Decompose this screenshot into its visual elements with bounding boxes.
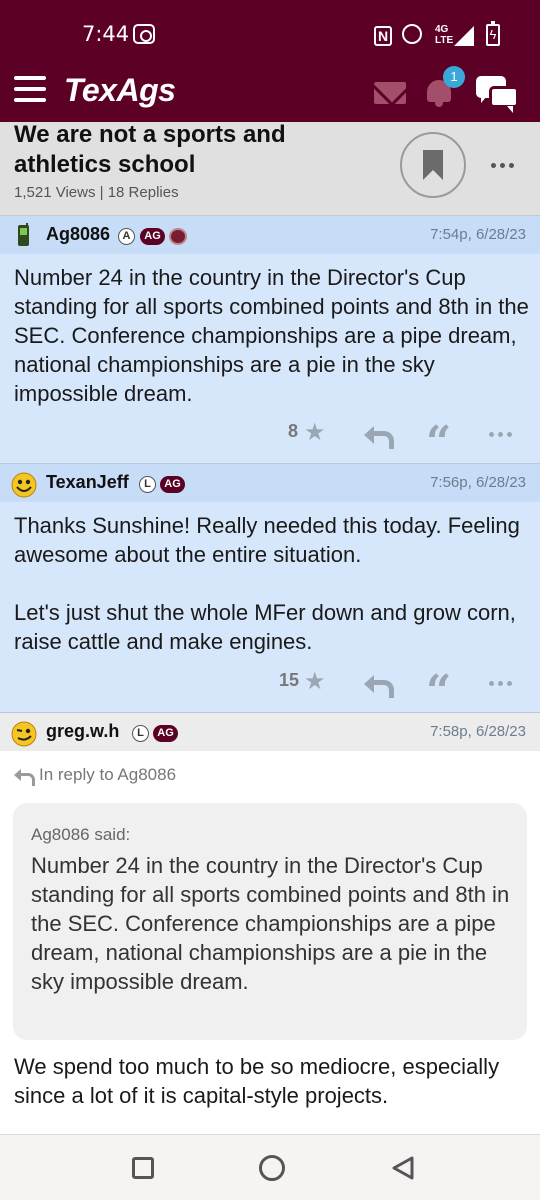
user-badge: A — [118, 228, 135, 245]
home-button[interactable] — [259, 1155, 285, 1181]
in-reply-to-link[interactable]: In reply to Ag8086 — [39, 765, 176, 785]
status-time: 7:44 — [82, 22, 130, 46]
reply-arrow-icon — [14, 769, 35, 786]
thread-meta-separator: | — [99, 184, 104, 201]
quote-icon[interactable]: “ — [426, 672, 450, 694]
status-bar: 7:44 N 4G LTE — [0, 0, 540, 62]
post-more-options-icon[interactable] — [487, 429, 517, 439]
post-more-options-icon[interactable] — [487, 678, 517, 688]
quote-text: Number 24 in the country in the Director… — [31, 853, 510, 994]
thread-header: We are not a sports and athletics school… — [0, 121, 540, 216]
ag-badge: AG — [140, 228, 165, 245]
android-nav-bar — [0, 1134, 540, 1200]
network-type-icon: 4G LTE — [435, 24, 454, 46]
app-top-bar: 7:44 N 4GLTE TexAgs — [0, 0, 540, 122]
site-logo[interactable]: TexAgs — [64, 72, 176, 109]
recent-apps-button[interactable] — [132, 1157, 154, 1179]
post-header: TexanJeff L AG 7:56p, 6/28/23 — [0, 464, 540, 502]
battery-charging-icon — [486, 21, 500, 46]
post: Ag8086 A AG 7:54p, 6/28/23 Number 24 in … — [0, 216, 540, 464]
thread-more-options-icon[interactable] — [489, 160, 519, 170]
thread-title: We are not a sports and athletics school — [14, 121, 286, 178]
avatar[interactable] — [10, 222, 38, 250]
reply-icon[interactable] — [364, 673, 394, 698]
chat-icon[interactable] — [474, 74, 522, 113]
post-header: greg.w.h L AG 7:58p, 6/28/23 — [0, 713, 540, 751]
post-username[interactable]: Ag8086 — [46, 224, 110, 245]
thread-views: 1,521 Views — [14, 184, 96, 201]
post-body: We spend too much to be so mediocre, esp… — [14, 1054, 500, 1108]
post: TexanJeff L AG 7:56p, 6/28/23 Thanks Sun… — [0, 464, 540, 713]
thread-meta: 1,521 Views | 18 Replies — [14, 184, 179, 201]
post-timestamp: 7:58p, 6/28/23 — [430, 723, 526, 740]
team-logo-icon — [169, 228, 187, 245]
signal-icon — [454, 26, 474, 46]
post-username[interactable]: TexanJeff — [46, 472, 129, 493]
quoted-post[interactable]: Ag8086 said: Number 24 in the country in… — [13, 803, 527, 1040]
avatar[interactable] — [10, 470, 38, 498]
post-timestamp: 7:56p, 6/28/23 — [430, 474, 526, 491]
mail-icon[interactable] — [374, 82, 406, 104]
user-badge: L — [139, 476, 156, 493]
post-timestamp: 7:54p, 6/28/23 — [430, 226, 526, 243]
back-triangle-icon — [392, 1156, 414, 1180]
star-icon[interactable]: ★ — [304, 670, 328, 694]
bookmark-button[interactable] — [400, 132, 466, 198]
ag-badge: AG — [160, 476, 185, 493]
ag-badge: AG — [153, 725, 178, 742]
user-badge: L — [132, 725, 149, 742]
reply-icon[interactable] — [364, 424, 394, 449]
nfc-icon: N — [374, 26, 392, 46]
post-actions: 15 ★ “ — [0, 669, 540, 699]
like-count: 8 — [288, 421, 299, 441]
post: greg.w.h L AG 7:58p, 6/28/23 In reply to… — [0, 713, 540, 1134]
quote-icon[interactable]: “ — [426, 423, 450, 445]
menu-icon[interactable] — [14, 76, 46, 102]
star-icon[interactable]: ★ — [304, 421, 328, 445]
avatar[interactable] — [10, 719, 38, 747]
screen-record-icon — [133, 24, 155, 44]
post-body: Thanks Sunshine! Really needed this toda… — [14, 513, 520, 654]
post-actions: 8 ★ “ — [0, 420, 540, 450]
like-count: 15 — [279, 670, 300, 690]
post-header: Ag8086 A AG 7:54p, 6/28/23 — [0, 216, 540, 254]
back-button[interactable] — [390, 1155, 416, 1181]
thread-replies: 18 Replies — [107, 184, 179, 201]
notification-count-badge[interactable]: 1 — [443, 66, 465, 88]
quote-author: Ag8086 said: — [31, 825, 131, 844]
alarm-icon — [402, 24, 422, 44]
post-body: Number 24 in the country in the Director… — [14, 265, 529, 406]
post-username[interactable]: greg.w.h — [46, 721, 119, 742]
